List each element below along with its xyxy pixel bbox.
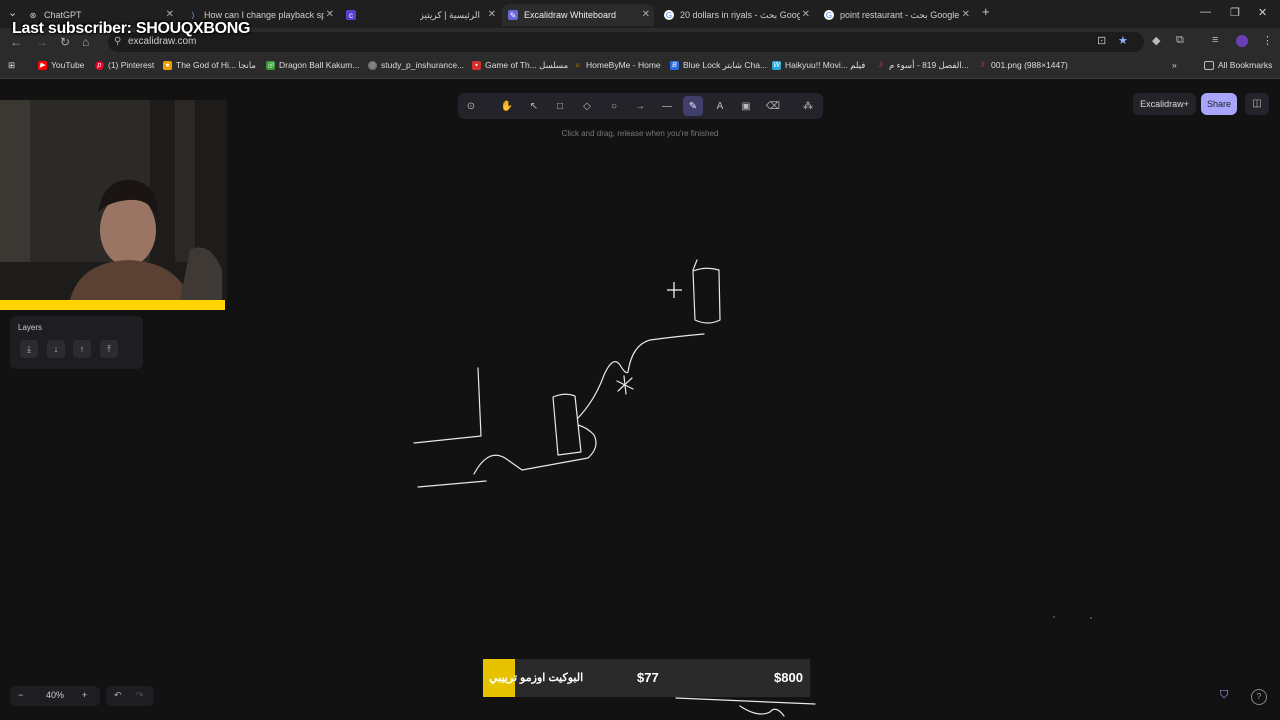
undo-redo-controls: ↶ ↷: [106, 686, 154, 706]
canvas-dot: [1053, 616, 1055, 618]
stroke-cup: [692, 267, 721, 324]
help-icon[interactable]: ?: [1251, 689, 1267, 705]
stroke-block: [552, 393, 582, 456]
stroke-star: [616, 375, 634, 395]
zoom-in-button[interactable]: +: [82, 690, 87, 700]
drawing-canvas[interactable]: [0, 0, 1280, 720]
crosshair-cursor-icon: [667, 282, 682, 298]
ticker-price-1: $77: [637, 670, 659, 685]
stroke-neck: [577, 333, 705, 419]
stroke-ground: [417, 480, 487, 488]
zoom-out-button[interactable]: −: [18, 690, 23, 700]
zoom-level[interactable]: 40%: [46, 690, 64, 700]
stroke-base: [473, 424, 597, 475]
price-ticker: البوكيت اوزمو ترييبي $77 $800: [483, 659, 810, 697]
stroke-bottom: [675, 697, 816, 717]
ticker-price-2: $800: [774, 670, 803, 685]
stroke-cup-handle: [692, 259, 698, 271]
stroke-wall: [413, 367, 482, 444]
shield-check-icon[interactable]: ⛉: [1220, 689, 1228, 702]
zoom-controls: − 40% +: [10, 686, 100, 706]
redo-icon[interactable]: ↷: [136, 690, 144, 701]
canvas-dot: [1090, 617, 1092, 619]
undo-icon[interactable]: ↶: [114, 690, 122, 701]
ticker-item-name: البوكيت اوزمو ترييبي: [489, 672, 584, 684]
